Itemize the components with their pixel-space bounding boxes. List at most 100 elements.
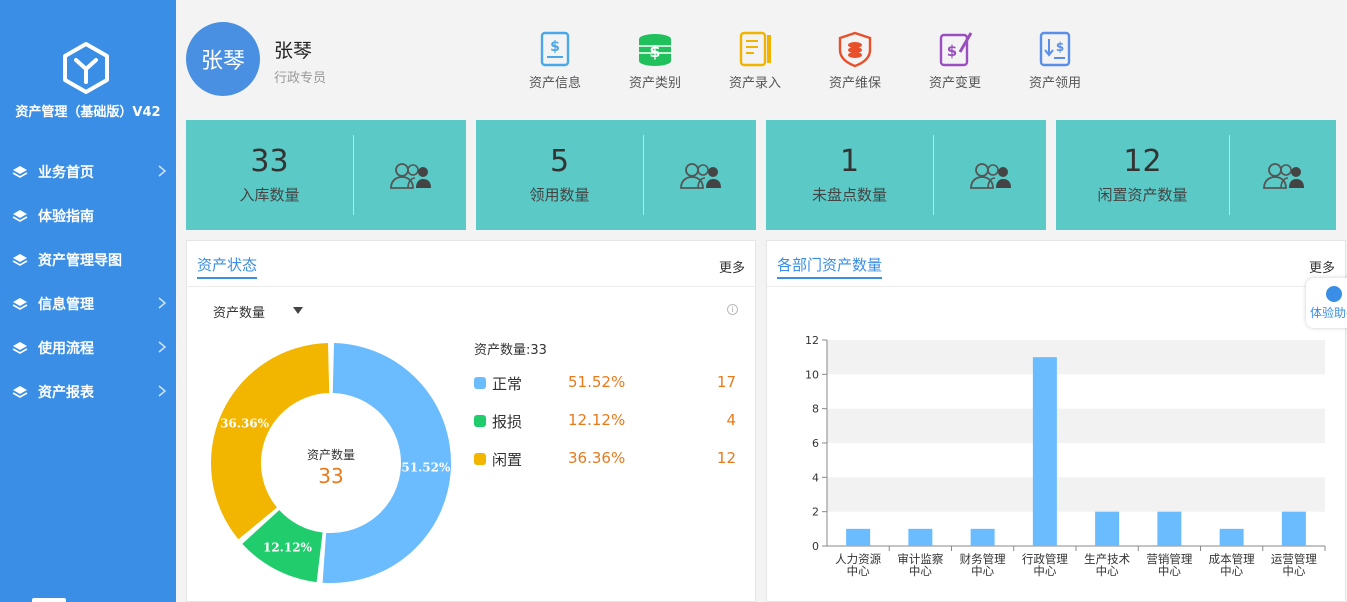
grid-band — [827, 408, 1325, 443]
quick-action-label: 资产变更 — [928, 76, 981, 91]
sidebar-item-0[interactable]: 业务首页 — [0, 150, 176, 194]
stat-label: 领用数量 — [529, 186, 590, 204]
legend-name: 报损 — [492, 413, 523, 431]
svg-text:$: $ — [649, 42, 660, 61]
quick-action-label: 资产领用 — [1028, 76, 1081, 91]
grid-band — [827, 340, 1325, 375]
sidebar-item-2[interactable]: 资产管理导图 — [0, 238, 176, 282]
bar-7[interactable] — [1281, 511, 1306, 546]
stat-label: 闲置资产数量 — [1097, 186, 1188, 204]
donut-slice-label: 36.36% — [220, 417, 270, 431]
bar-4[interactable] — [1095, 511, 1120, 546]
svg-text:$: $ — [1056, 40, 1064, 54]
bar-6[interactable] — [1219, 528, 1244, 546]
sidebar-item-1[interactable]: 体验指南 — [0, 194, 176, 238]
stat-tile-2[interactable]: 1 未盘点数量 — [766, 120, 1046, 230]
asset-status-donut-chart: 51.52% 12.12% 36.36% — [211, 343, 451, 583]
metric-selector[interactable]: 资产数量 — [213, 302, 265, 321]
legend-percent: 12.12% — [568, 411, 626, 429]
stat-value: 33 — [250, 144, 289, 179]
legend-count: 12 — [716, 449, 736, 467]
bar-1[interactable] — [908, 528, 933, 546]
quick-action-4[interactable]: $ 资产变更 — [915, 30, 995, 91]
layers-icon — [12, 298, 28, 310]
layers-icon — [12, 210, 28, 222]
legend-item-0[interactable]: 正常 51.52% 17 — [474, 373, 736, 393]
tile-divider — [353, 135, 354, 215]
quick-action-2[interactable]: 资产录入 — [715, 30, 795, 91]
avatar[interactable]: 张琴 — [186, 22, 260, 96]
legend-count: 17 — [716, 373, 736, 391]
donut-slice-2[interactable] — [211, 343, 330, 540]
x-tick-label: 中心 — [909, 564, 932, 578]
stat-label: 未盘点数量 — [811, 186, 887, 204]
document-dollar-icon: $ — [540, 31, 570, 67]
chevron-right-icon — [158, 297, 166, 309]
users-icon — [1263, 163, 1304, 189]
stat-tile-0[interactable]: 33 入库数量 — [186, 120, 466, 230]
sidebar-item-label: 资产报表 — [38, 385, 94, 401]
legend-item-2[interactable]: 闲置 36.36% 12 — [474, 449, 736, 469]
shield-coins-icon — [838, 31, 872, 68]
y-tick-label: 4 — [812, 471, 819, 484]
app-title: 资产管理（基础版）V42 — [15, 105, 161, 120]
helper-label: 体验助手 — [1310, 306, 1347, 320]
quick-action-3[interactable]: 资产维保 — [815, 30, 895, 91]
bar-5[interactable] — [1157, 511, 1182, 546]
tile-divider — [643, 135, 644, 215]
sidebar: 资产管理（基础版）V42 业务首页体验指南资产管理导图 信息管理使用流程资产报表 — [0, 0, 176, 602]
quick-action-5[interactable]: $ 资产领用 — [1015, 30, 1095, 91]
info-icon[interactable]: i — [727, 304, 738, 315]
sidebar-item-label: 使用流程 — [38, 341, 94, 357]
sidebar-item-label: 信息管理 — [38, 297, 94, 313]
sidebar-item-5[interactable]: 资产报表 — [0, 370, 176, 414]
dept-assets-bar-chart: 024681012人力资源中心审计监察中心财务管理中心行政管理中心生产技术中心营… — [805, 334, 1326, 578]
stat-tile-1[interactable]: 5 领用数量 — [476, 120, 756, 230]
sidebar-item-4[interactable]: 使用流程 — [0, 326, 176, 370]
quick-action-0[interactable]: $ 资产信息 — [515, 30, 595, 91]
chevron-right-icon — [158, 165, 166, 177]
donut-slice-label: 12.12% — [263, 540, 313, 554]
stat-tile-3[interactable]: 12 闲置资产数量 — [1056, 120, 1336, 230]
stat-value: 1 — [839, 144, 860, 179]
users-icon — [970, 163, 1011, 189]
x-tick-label: 中心 — [1282, 564, 1305, 578]
stat-value: 5 — [549, 144, 570, 179]
quick-action-label: 资产维保 — [828, 76, 881, 91]
y-tick-label: 12 — [805, 334, 819, 347]
bar-0[interactable] — [846, 528, 871, 546]
bar-3[interactable] — [1032, 357, 1057, 546]
panel-divider — [187, 286, 755, 287]
bar-2[interactable] — [970, 528, 995, 546]
x-tick-label: 中心 — [971, 564, 994, 578]
users-icon — [680, 163, 721, 189]
chevron-right-icon — [158, 341, 166, 353]
y-tick-label: 10 — [805, 368, 819, 381]
quick-action-label: 资产录入 — [728, 76, 781, 91]
asset-status-more-link[interactable]: 更多 — [719, 257, 745, 276]
x-tick-label: 中心 — [1158, 564, 1181, 578]
grid-band — [827, 477, 1325, 512]
ledger-entry-icon — [739, 31, 771, 67]
layers-icon — [12, 166, 28, 178]
chevron-right-icon — [158, 385, 166, 397]
quick-action-label: 资产类别 — [628, 76, 681, 91]
legend-swatch — [474, 453, 486, 465]
sidebar-item-label: 资产管理导图 — [38, 253, 122, 269]
users-icon — [390, 163, 431, 189]
quick-action-1[interactable]: $ 资产类别 — [615, 30, 695, 91]
legend-item-1[interactable]: 报损 12.12% 4 — [474, 411, 736, 431]
x-tick-label: 中心 — [1096, 564, 1119, 578]
donut-slice-label: 51.52% — [401, 461, 451, 475]
y-tick-label: 0 — [812, 540, 819, 553]
legend-title: 资产数量:33 — [474, 343, 547, 358]
caret-down-icon[interactable] — [293, 307, 303, 314]
sidebar-item-3[interactable]: 信息管理 — [0, 282, 176, 326]
legend-swatch — [474, 377, 486, 389]
x-tick-label: 中心 — [1033, 564, 1056, 578]
x-tick-label: 中心 — [1220, 564, 1243, 578]
sidebar-item-label: 体验指南 — [38, 209, 94, 225]
experience-helper-button[interactable]: 体验助手 — [1306, 278, 1347, 328]
donut-center-label: 资产数量 — [306, 448, 355, 462]
legend-percent: 36.36% — [568, 449, 626, 467]
